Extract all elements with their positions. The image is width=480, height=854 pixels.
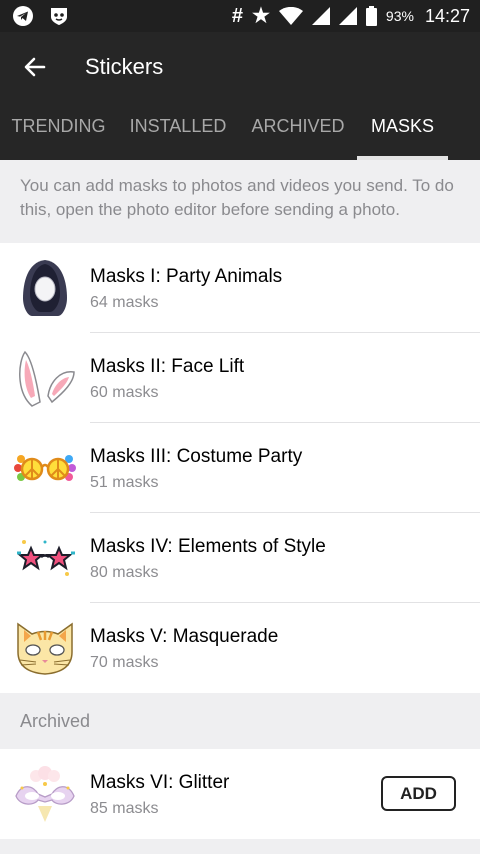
list-item[interactable]: Masks IV: Elements of Style 80 masks [0,513,480,603]
status-bar: # ★ 93% 14:27 [0,0,480,32]
tab-archived[interactable]: ARCHIVED [239,104,357,160]
info-text: You can add masks to photos and videos y… [20,176,454,219]
tab-bar: TRENDING INSTALLED ARCHIVED MASKS [0,104,480,160]
tab-installed[interactable]: INSTALLED [117,104,239,160]
bunny-ears-icon [19,350,75,407]
mask-set-title: Masks I: Party Animals [90,266,283,287]
clock: 14:27 [424,5,470,26]
signal-icon [311,7,330,25]
mask-count: 85 masks [90,800,159,817]
info-banner: You can add masks to photos and videos y… [0,160,480,242]
battery-icon [365,6,377,26]
hash-icon: # [231,5,243,27]
battery-percent: 93% [385,8,414,24]
mask-list: Masks I: Party Animals 64 masks Masks II… [0,243,480,693]
hood-mask-icon [23,260,67,316]
vpn-mask-icon [51,8,67,25]
list-item[interactable]: Masks I: Party Animals 64 masks [0,243,480,333]
list-item[interactable]: Masks II: Face Lift 60 masks [0,333,480,423]
archived-section-header: Archived [0,694,480,748]
mask-count: 70 masks [90,654,159,671]
mask-count: 80 masks [90,564,159,581]
app-bar: Stickers TRENDING INSTALLED ARCHIVED MAS… [0,32,480,160]
wifi-icon [278,7,303,25]
star-glasses-icon [17,540,75,576]
tab-masks[interactable]: MASKS [357,104,448,160]
add-button[interactable]: ADD [381,776,456,811]
star-icon: ★ [251,5,270,27]
peace-glasses-icon [14,455,76,481]
cat-mask-icon [17,622,73,675]
tab-trending[interactable]: TRENDING [0,104,117,160]
section-title: Archived [20,711,91,731]
mask-set-title: Masks IV: Elements of Style [90,536,326,557]
back-button[interactable] [20,52,50,82]
mask-set-title: Masks II: Face Lift [90,356,245,377]
mask-count: 64 masks [90,294,159,311]
archived-list: Masks VI: Glitter 85 masks ADD [0,749,480,839]
mask-set-title: Masks V: Masquerade [90,626,279,647]
mask-count: 51 masks [90,474,159,491]
mask-set-title: Masks III: Costume Party [90,446,303,467]
page-title: Stickers [85,54,164,79]
arrow-left-icon [24,57,46,77]
glitter-mask-icon [15,766,75,822]
list-item[interactable]: Masks VI: Glitter 85 masks ADD [0,749,480,839]
mask-set-title: Masks VI: Glitter [90,772,230,793]
list-item[interactable]: Masks V: Masquerade 70 masks [0,603,480,693]
telegram-icon [13,6,33,26]
list-item[interactable]: Masks III: Costume Party 51 masks [0,423,480,513]
mask-count: 60 masks [90,384,159,401]
signal-icon [338,7,357,25]
